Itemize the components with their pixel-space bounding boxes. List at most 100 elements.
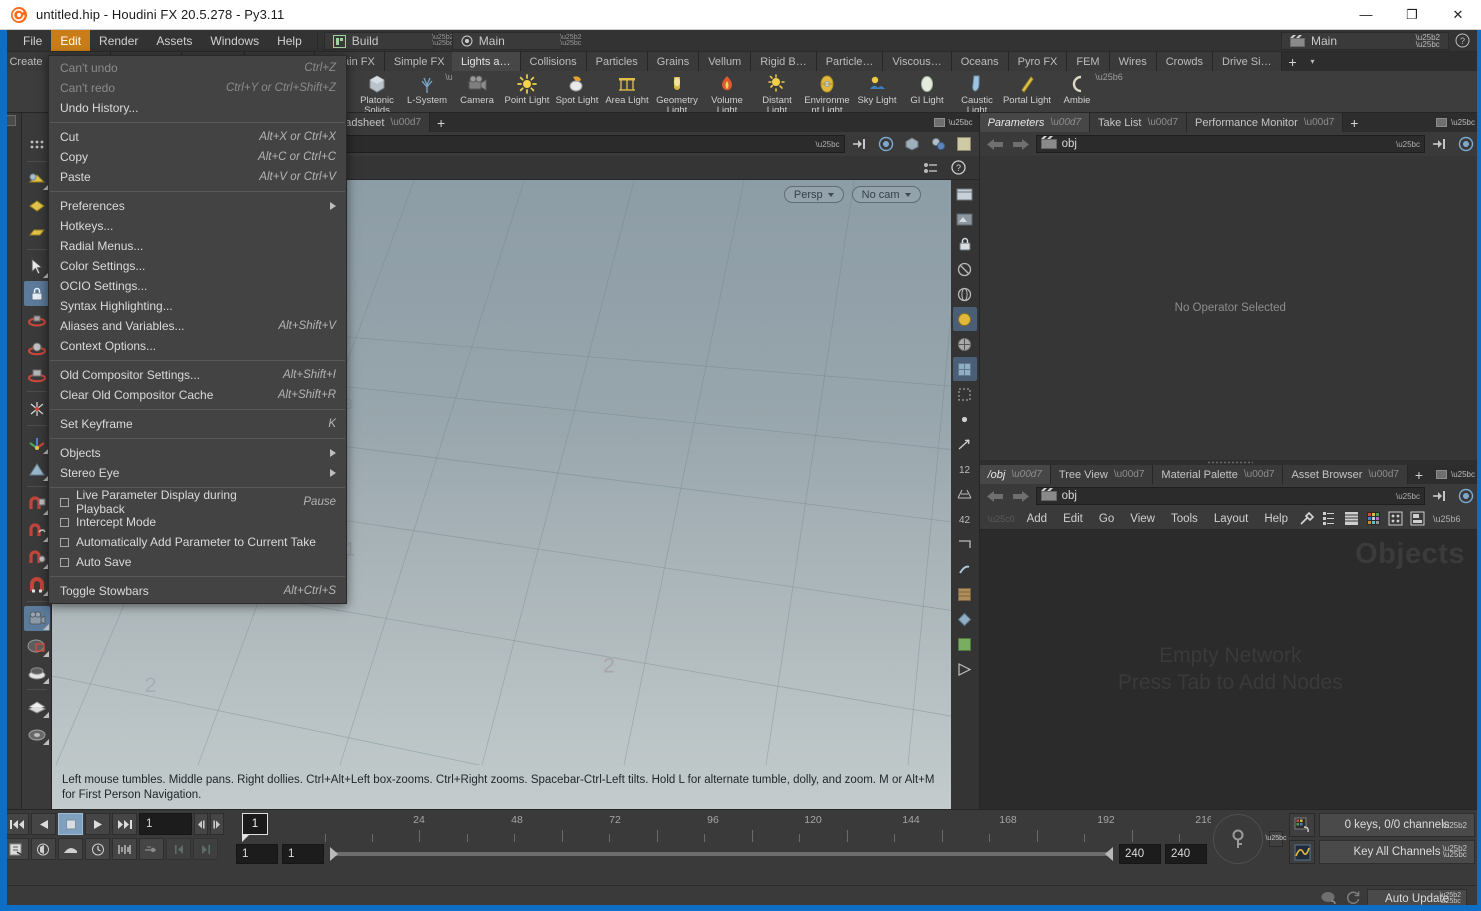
menu-file[interactable]: File — [14, 30, 51, 51]
tab-close-icon[interactable]: \u00d7 — [390, 117, 421, 128]
minimize-button[interactable]: — — [1343, 0, 1389, 30]
tool-render-icon[interactable] — [24, 721, 50, 746]
menu-item-toggle-stowbars[interactable]: Toggle Stowbars Alt+Ctrl+S — [49, 581, 346, 601]
build-spinner[interactable]: \u25b2 \u25bc — [432, 32, 453, 50]
camera-selector[interactable]: No cam — [851, 186, 921, 203]
stop-button[interactable] — [58, 813, 83, 835]
menu-item-ocio-settings[interactable]: OCIO Settings... — [49, 276, 346, 296]
flipbook-icon[interactable] — [953, 657, 977, 681]
spinner-icon[interactable]: \u25b2 \u25bc — [1443, 845, 1467, 859]
tool-handle-lock-icon[interactable] — [23, 281, 50, 306]
shelf-tab-collisions[interactable]: Collisions — [520, 52, 587, 71]
shelf-tool-volume-light[interactable]: Volume Light — [702, 72, 752, 112]
shelf-tool-gi-light[interactable]: GI Light — [902, 72, 952, 112]
keyframe-bars-icon[interactable] — [112, 838, 137, 860]
pane-menu-icon[interactable]: \u25bc — [1451, 470, 1475, 479]
tool-snap-prim-icon[interactable] — [24, 545, 50, 570]
shelf-tool-camera[interactable]: Camera — [452, 72, 502, 112]
axis-numbers-icon[interactable]: 42 — [953, 507, 977, 531]
keyframe-dial-menu-icon[interactable]: \u25bc — [1265, 830, 1287, 847]
close-button[interactable]: ✕ — [1435, 0, 1481, 30]
shelf-tool-geometry-light[interactable]: Geometry Light — [652, 72, 702, 112]
menu-item-aliases-and-variables[interactable]: Aliases and Variables... Alt+Shift+V — [49, 316, 346, 336]
shelf-tab-particle-fluids[interactable]: Particle… — [816, 52, 884, 71]
shelf-add-tab-icon[interactable]: + — [1282, 52, 1304, 71]
tab-close-icon[interactable]: \u00d7 — [1244, 469, 1275, 480]
tab-close-icon[interactable]: \u00d7 — [1368, 469, 1399, 480]
tool-particles-icon[interactable] — [24, 396, 50, 421]
pin-icon[interactable] — [1429, 486, 1451, 506]
range-right-handle[interactable] — [1105, 847, 1113, 861]
maximize-pane-icon[interactable] — [933, 118, 945, 127]
menu-assets[interactable]: Assets — [147, 30, 201, 51]
checkbox-icon[interactable] — [60, 517, 69, 527]
tab-material-palette[interactable]: Material Palette \u00d7 — [1153, 465, 1284, 484]
menu-item-preferences[interactable]: Preferences — [49, 196, 346, 216]
timeline[interactable]: 1 24 48 72 96 120 144 168 192 216 1 1 24… — [236, 810, 1211, 885]
tool-rotate-icon[interactable] — [24, 335, 50, 360]
shelf-tab-simple-fx[interactable]: Simple FX — [384, 52, 455, 71]
shelf-tab-menu-icon[interactable]: ▾ — [1304, 52, 1322, 71]
range-end-field[interactable]: 240 — [1165, 844, 1207, 864]
tab-close-icon[interactable]: \u00d7 — [1114, 469, 1145, 480]
frame-step-forward-icon[interactable] — [210, 813, 224, 835]
display-lights-icon[interactable] — [927, 134, 949, 154]
bounding-box-icon[interactable] — [953, 382, 977, 406]
shaded-wire-icon[interactable] — [953, 332, 977, 356]
tool-material-icon[interactable] — [24, 694, 50, 719]
menu-help[interactable]: Help — [268, 30, 311, 51]
link-target-icon[interactable] — [1455, 134, 1477, 154]
menu-item-hotkeys[interactable]: Hotkeys... — [49, 216, 346, 236]
menu-item-radial-menus[interactable]: Radial Menus... — [49, 236, 346, 256]
viewport-quickmarks-icon[interactable] — [919, 157, 943, 178]
tab-close-icon[interactable]: \u00d7 — [1050, 117, 1081, 128]
parameters-path-input[interactable]: obj \u25bc — [1035, 135, 1425, 153]
tab-asset-browser[interactable]: Asset Browser \u00d7 — [1283, 465, 1408, 484]
tool-snap-magnet-icon[interactable] — [24, 572, 50, 597]
tab-tree-view[interactable]: Tree View \u00d7 — [1050, 465, 1154, 484]
tool-move-icon[interactable] — [24, 308, 50, 333]
desktop-selector-right[interactable]: Main \u25b2 \u25bc — [1281, 31, 1449, 50]
network-add-tab-icon[interactable]: + — [1408, 465, 1430, 484]
key-mode-field[interactable]: Key All Channels \u25b2 \u25bc — [1319, 840, 1475, 864]
nav-forward-icon[interactable] — [1010, 486, 1032, 506]
shelf-tool-environment-light[interactable]: Environment Light — [802, 72, 852, 112]
nav-back-icon[interactable] — [984, 134, 1006, 154]
maximize-button[interactable]: ❐ — [1389, 0, 1435, 30]
network-tools-icon[interactable] — [1296, 509, 1318, 529]
tool-viewport-layout-icon[interactable] — [24, 633, 50, 658]
network-menu-go[interactable]: Go — [1091, 508, 1122, 530]
maximize-pane-icon[interactable] — [1435, 470, 1447, 479]
network-menu-add[interactable]: Add — [1019, 508, 1055, 530]
current-frame-field[interactable]: 1 — [139, 813, 192, 835]
pin-icon[interactable] — [849, 134, 871, 154]
texture-display-icon[interactable] — [953, 582, 977, 606]
pane-menu-icon[interactable]: \u25bc — [949, 118, 973, 127]
range-left-handle[interactable] — [330, 847, 338, 861]
tool-polygon-icon[interactable] — [24, 220, 50, 245]
shelf-tab-drive-simulation[interactable]: Drive Si… — [1213, 52, 1282, 71]
keyframe-dial[interactable] — [1213, 813, 1263, 864]
no-shading-icon[interactable] — [953, 257, 977, 281]
smooth-shaded-icon[interactable] — [952, 307, 977, 331]
network-menu-tools[interactable]: Tools — [1163, 508, 1206, 530]
menu-item-undo-history[interactable]: Undo History... — [49, 98, 346, 118]
playback-range-icon[interactable] — [58, 838, 83, 860]
network-hierarchy-icon[interactable] — [1318, 509, 1340, 529]
ruler-icon[interactable] — [953, 532, 977, 556]
checkbox-icon[interactable] — [60, 537, 69, 547]
tab-parameters[interactable]: Parameters \u00d7 — [979, 113, 1091, 132]
network-scroll-right-icon[interactable]: \u25b6 — [1428, 514, 1466, 524]
network-path-input[interactable]: obj \u25bc — [1035, 487, 1425, 505]
tool-snap-point-icon[interactable] — [24, 518, 50, 543]
shelf-tab-wires[interactable]: Wires — [1109, 52, 1157, 71]
nav-back-icon[interactable] — [984, 486, 1006, 506]
tool-axis-gizmo-icon[interactable] — [24, 430, 50, 455]
shelf-tab-fem[interactable]: FEM — [1067, 52, 1110, 71]
network-menu-help[interactable]: Help — [1256, 508, 1296, 530]
audio-toggle-icon[interactable] — [31, 838, 56, 860]
step-back-button[interactable] — [31, 813, 56, 835]
network-color-palette-icon[interactable] — [1362, 509, 1384, 529]
scene-view-add-tab-icon[interactable]: + — [430, 113, 452, 132]
realtime-toggle-icon[interactable] — [85, 838, 110, 860]
